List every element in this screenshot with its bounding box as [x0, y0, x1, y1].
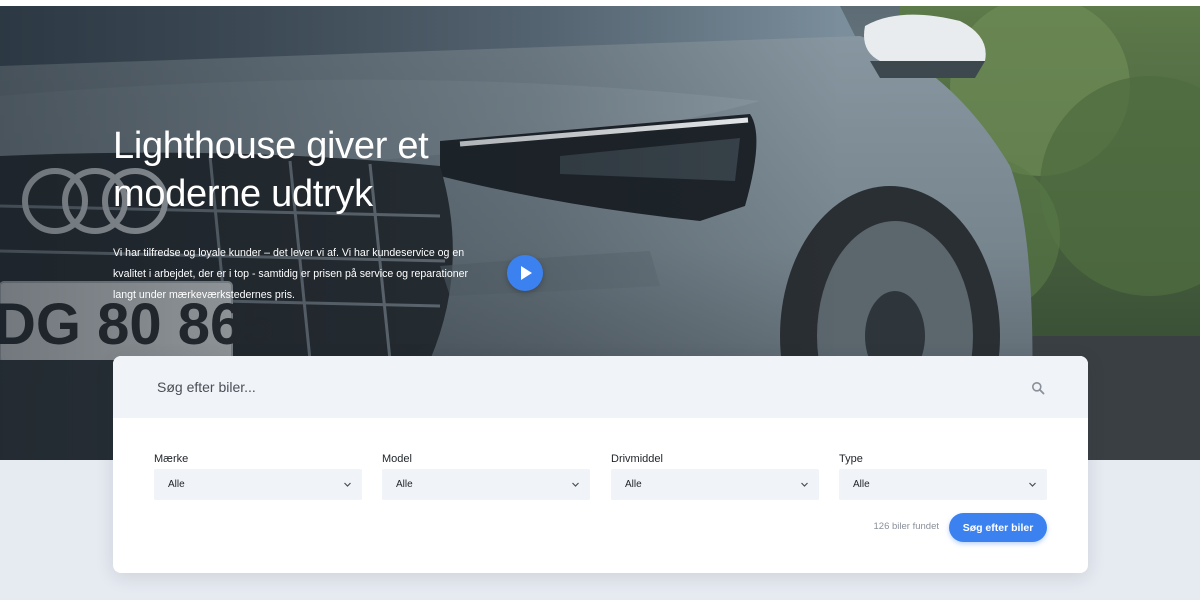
- filter-label-maerke: Mærke: [154, 453, 189, 465]
- results-count: 126 biler fundet: [873, 521, 940, 532]
- filter-type: Type Alle: [839, 452, 1047, 500]
- select-model[interactable]: Alle: [382, 469, 590, 500]
- search-panel: Mærke Alle Model Alle Drivmiddel Alle Ty…: [113, 356, 1088, 573]
- search-bar: [113, 356, 1088, 418]
- filter-label-drivmiddel: Drivmiddel: [611, 453, 663, 465]
- chevron-down-icon: [801, 482, 808, 487]
- filter-maerke: Mærke Alle: [154, 452, 362, 500]
- hero-title: Lighthouse giver et moderne udtryk: [113, 125, 429, 215]
- chevron-down-icon: [572, 482, 579, 487]
- play-video-button[interactable]: [507, 255, 543, 291]
- search-icon[interactable]: [1031, 381, 1045, 395]
- filter-label-type: Type: [839, 453, 863, 465]
- filter-model: Model Alle: [382, 452, 590, 500]
- select-value-model: Alle: [396, 479, 413, 490]
- chevron-down-icon: [344, 482, 351, 487]
- select-value-type: Alle: [853, 479, 870, 490]
- play-icon: [521, 266, 532, 280]
- select-maerke[interactable]: Alle: [154, 469, 362, 500]
- select-value-drivmiddel: Alle: [625, 479, 642, 490]
- hero-description: Vi har tilfredse og loyale kunder – det …: [113, 247, 469, 301]
- search-input[interactable]: [113, 356, 1013, 418]
- select-drivmiddel[interactable]: Alle: [611, 469, 819, 500]
- chevron-down-icon: [1029, 482, 1036, 487]
- search-cars-button[interactable]: Søg efter biler: [949, 513, 1047, 542]
- select-type[interactable]: Alle: [839, 469, 1047, 500]
- select-value-maerke: Alle: [168, 479, 185, 490]
- filter-label-model: Model: [382, 453, 412, 465]
- filter-drivmiddel: Drivmiddel Alle: [611, 452, 819, 500]
